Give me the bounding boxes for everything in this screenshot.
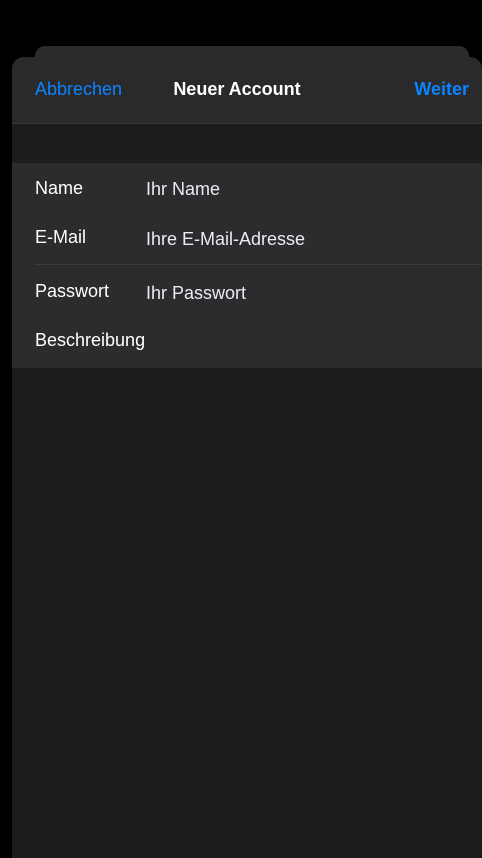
navigation-bar: Abbrechen Neuer Account Weiter xyxy=(12,57,482,124)
cancel-button[interactable]: Abbrechen xyxy=(35,79,122,100)
name-input[interactable] xyxy=(146,175,466,203)
new-account-sheet: Abbrechen Neuer Account Weiter Name E-Ma… xyxy=(12,57,482,858)
page-title: Neuer Account xyxy=(173,79,301,99)
next-button[interactable]: Weiter xyxy=(414,79,469,100)
password-input[interactable] xyxy=(146,279,466,307)
form-row-name[interactable]: Name xyxy=(12,163,482,215)
email-input[interactable] xyxy=(146,225,466,253)
form-row-description[interactable]: Beschreibung xyxy=(12,316,482,368)
description-input[interactable] xyxy=(162,328,462,356)
form-row-email[interactable]: E-Mail xyxy=(12,213,482,265)
description-label: Beschreibung xyxy=(35,330,146,350)
name-label: Name xyxy=(35,178,84,198)
account-form: Name E-Mail Passwort Beschreibung xyxy=(12,163,482,368)
screen: Abbrechen Neuer Account Weiter Name E-Ma… xyxy=(0,0,482,858)
form-row-password[interactable]: Passwort xyxy=(12,267,482,319)
row-divider xyxy=(35,264,482,265)
email-label: E-Mail xyxy=(35,227,87,247)
password-label: Passwort xyxy=(35,281,110,301)
